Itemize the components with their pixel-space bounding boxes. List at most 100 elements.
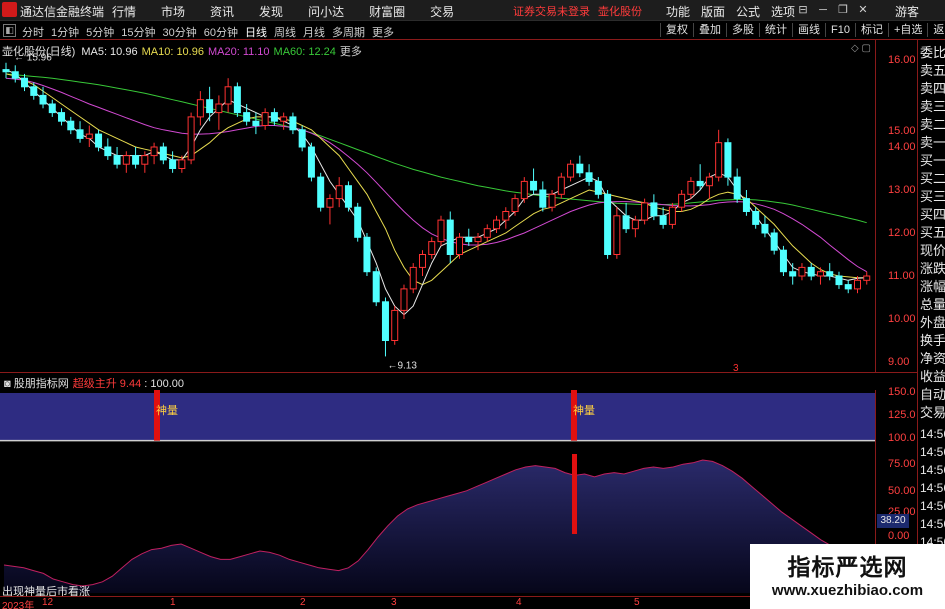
candle-down [604, 193, 612, 256]
chart-marker: 3 [733, 363, 739, 372]
candlestick-chart[interactable]: ← 15.96←9.13 3 [0, 40, 875, 372]
watermark-url: www.xuezhibiao.com [771, 582, 924, 599]
tool-adjust-button[interactable]: 复权 [660, 23, 693, 37]
menu-item-market[interactable]: 市场 [161, 3, 185, 20]
tab-multi-period[interactable]: 多周期 [332, 24, 365, 40]
tab-daily[interactable]: 日线 [245, 24, 267, 40]
candle-down [233, 86, 241, 114]
candle-down [76, 129, 84, 139]
candle-up [409, 266, 417, 290]
order-panel-label: 卖二 [920, 117, 945, 132]
ma60-value: MA60: 12.24 [273, 46, 336, 58]
tab-1min[interactable]: 1分钟 [51, 24, 79, 40]
tool-statistics-button[interactable]: 统计 [759, 23, 792, 37]
candle-up [641, 202, 649, 221]
candle-up [215, 103, 223, 114]
candle-down [58, 112, 66, 122]
candle-down [789, 271, 797, 277]
tab-15min[interactable]: 15分钟 [121, 24, 155, 40]
candle-up [798, 266, 806, 277]
candle-down [21, 77, 29, 88]
tab-monthly[interactable]: 月线 [303, 24, 325, 40]
menu-item-layout[interactable]: 版面 [701, 3, 725, 20]
close-icon[interactable]: ✕ [855, 2, 871, 18]
indicator-area [4, 460, 870, 593]
menu-item-formula[interactable]: 公式 [736, 3, 760, 20]
stock-title: 壶化股份(日线) [2, 46, 76, 58]
candle-down [113, 155, 121, 165]
order-panel-label: 交易 [920, 405, 945, 420]
candle-down [252, 120, 260, 126]
candle-down [372, 271, 380, 303]
pin-icon[interactable]: ⊟ [795, 2, 811, 18]
menu-item-options[interactable]: 选项 [771, 3, 795, 20]
candle-down [779, 249, 787, 273]
tool-f10-button[interactable]: F10 [825, 23, 855, 37]
candle-down [465, 236, 473, 243]
menu-item-ask[interactable]: 问小达 [308, 3, 344, 20]
sidebar-toggle-icon[interactable]: ◧ [3, 24, 16, 37]
minimize-icon[interactable]: ─ [815, 2, 831, 18]
indicator-menu-icon[interactable]: ◙ [4, 378, 11, 390]
menu-item-wealth[interactable]: 财富圈 [369, 3, 405, 20]
candle-up [613, 215, 621, 256]
add-watchlist-button[interactable]: +自选 [887, 23, 927, 37]
price-tick: 11.00 [888, 270, 915, 282]
candle-down [243, 112, 251, 122]
candle-up [668, 206, 676, 225]
candle-down [761, 223, 769, 234]
ma5-value: MA5: 10.96 [81, 46, 138, 58]
login-notice[interactable]: 证券交易未登录 壶化股份 [513, 3, 642, 19]
date-tick: 12 [42, 597, 54, 608]
indicator-tick: 150.0 [888, 386, 916, 398]
indicator-tick: 50.00 [888, 485, 916, 497]
candle-down [622, 215, 630, 230]
candle-down [48, 103, 56, 114]
candle-up [150, 146, 158, 157]
tab-5min[interactable]: 5分钟 [86, 24, 114, 40]
tool-overlay-button[interactable]: 叠加 [693, 23, 726, 37]
menu-item-discover[interactable]: 发现 [259, 3, 283, 20]
menu-item-quotes[interactable]: 行情 [112, 3, 136, 20]
restore-icon[interactable]: ❐ [835, 2, 851, 18]
watermark-title: 指标严选网 [787, 554, 908, 580]
indicator-chart[interactable]: 神量 神量 [0, 390, 875, 593]
candle-down [770, 232, 778, 251]
order-panel-label: 外盘 [920, 315, 945, 330]
guest-label[interactable]: 游客 [895, 3, 919, 20]
tab-more[interactable]: 更多 [372, 24, 394, 40]
indicator-signal: 超级主升 [72, 378, 117, 390]
tab-weekly[interactable]: 周线 [274, 24, 296, 40]
candle-up [187, 116, 195, 161]
tool-multi-stock-button[interactable]: 多股 [726, 23, 759, 37]
trade-time: 14:56 [920, 499, 945, 513]
candle-up [548, 193, 556, 208]
candle-up [335, 185, 343, 200]
candle-down [11, 71, 19, 79]
indicator-tick: 75.00 [888, 458, 916, 470]
menu-bar: 通达信金融终端 行情 市场 资讯 发现 问小达 财富圈 交易 证券交易未登录 壶化… [0, 0, 945, 21]
candle-up [437, 219, 445, 243]
candle-down [159, 146, 167, 161]
price-tick: 14.00 [888, 141, 916, 153]
chart-settings-icons[interactable]: ◇ ▢ [851, 43, 871, 54]
more-options-icon[interactable]: 更多 [340, 46, 362, 58]
menu-item-news[interactable]: 资讯 [210, 3, 234, 20]
tab-30min[interactable]: 30分钟 [163, 24, 197, 40]
tab-timeshare[interactable]: 分时 [22, 24, 44, 40]
menu-item-functions[interactable]: 功能 [666, 3, 690, 20]
tab-60min[interactable]: 60分钟 [204, 24, 238, 40]
menu-item-trade[interactable]: 交易 [430, 3, 454, 20]
order-book-panel: 委比 卖五 卖四 卖三 卖二 卖一 买一 买二 买三 买四 买五 现价 涨跌 涨幅 总量 外盘 换手 净资 收益 自动… [917, 40, 945, 609]
back-button[interactable]: 返回 [927, 23, 945, 37]
candle-up [816, 271, 824, 277]
indicator-title-row[interactable]: ◙ 股朋指标网 超级主升 9.44 : 100.00 [4, 375, 184, 391]
candle-up [557, 176, 565, 195]
candle-down [95, 133, 103, 148]
tool-mark-button[interactable]: 标记 [854, 23, 888, 37]
signal-band [0, 393, 875, 441]
price-tick: 12.00 [888, 227, 916, 239]
order-panel-label: 买五 [920, 225, 945, 240]
tool-draw-button[interactable]: 画线 [792, 23, 825, 37]
date-tick: 4 [516, 597, 522, 608]
